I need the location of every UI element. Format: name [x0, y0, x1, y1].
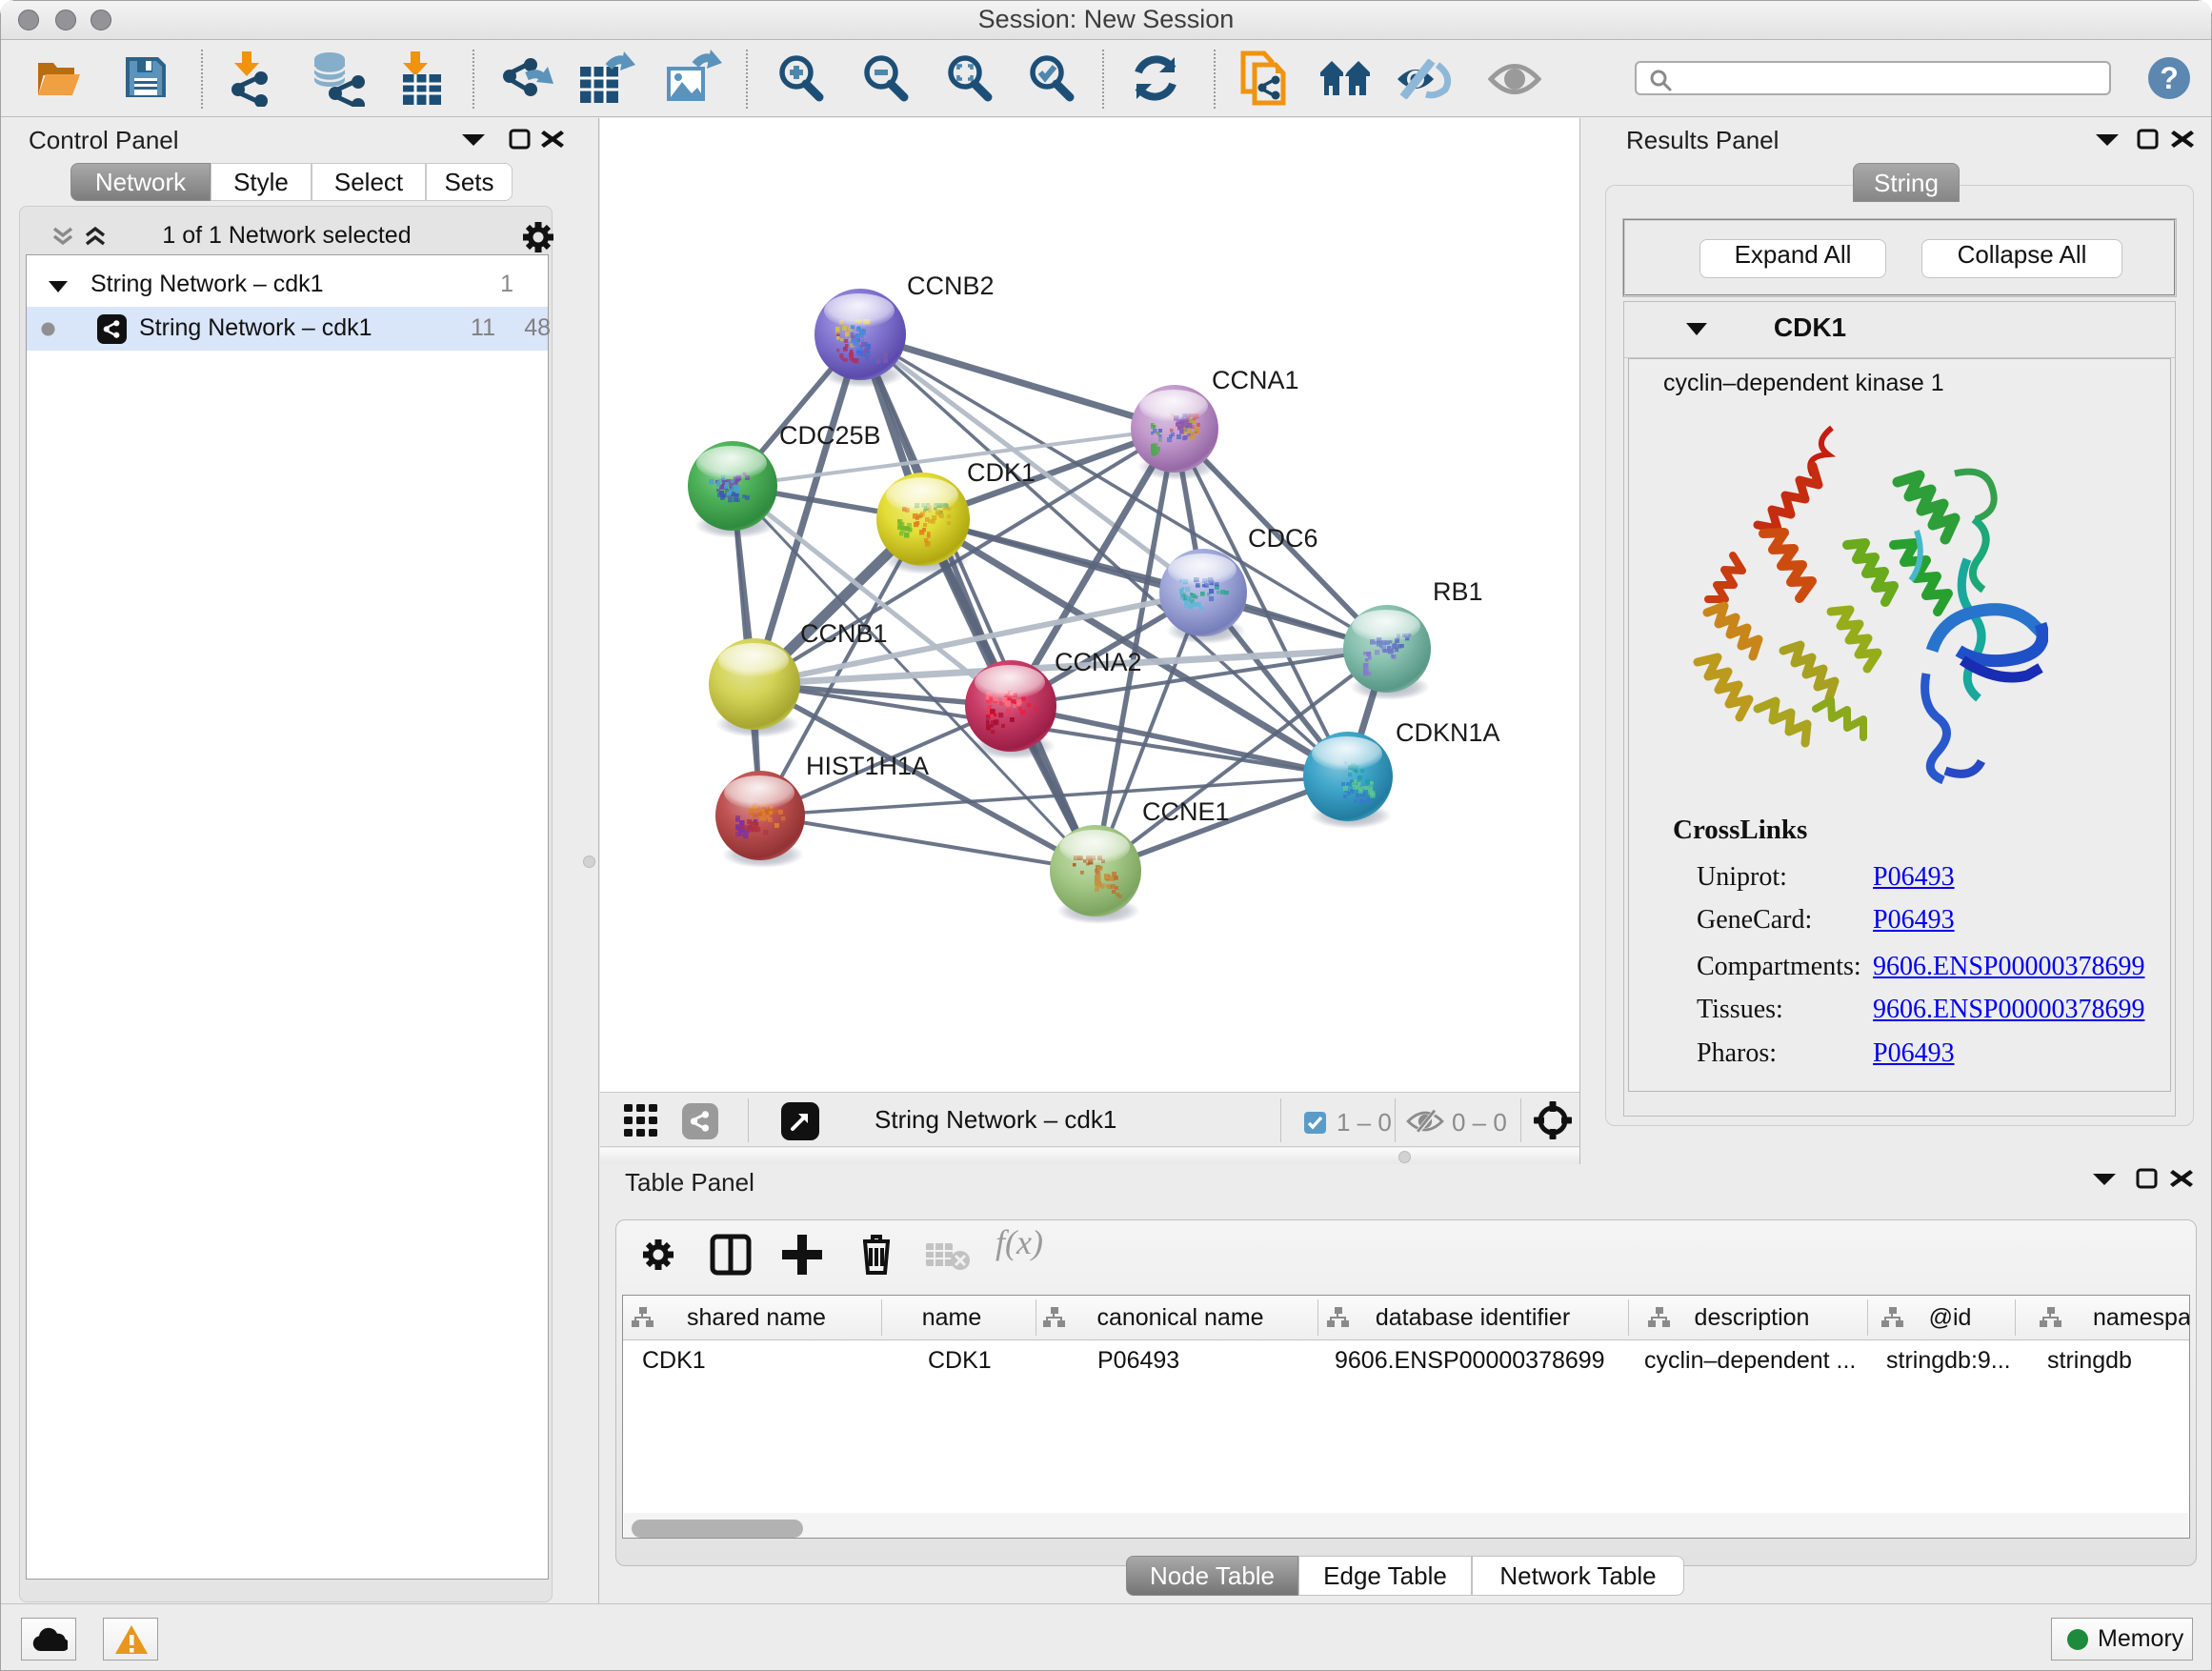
svg-text:CCNB2: CCNB2: [907, 272, 995, 300]
svg-text:CCNE1: CCNE1: [1142, 797, 1230, 826]
svg-text:CDKN1A: CDKN1A: [1396, 718, 1500, 747]
svg-text:CDK1: CDK1: [967, 458, 1036, 487]
svg-text:RB1: RB1: [1433, 577, 1483, 606]
svg-text:CDC25B: CDC25B: [779, 421, 881, 450]
svg-text:CDC6: CDC6: [1248, 524, 1318, 553]
svg-text:HIST1H1A: HIST1H1A: [806, 752, 929, 780]
svg-text:CCNB1: CCNB1: [800, 619, 888, 648]
svg-text:CCNA1: CCNA1: [1212, 366, 1299, 394]
svg-text:CCNA2: CCNA2: [1055, 648, 1142, 676]
